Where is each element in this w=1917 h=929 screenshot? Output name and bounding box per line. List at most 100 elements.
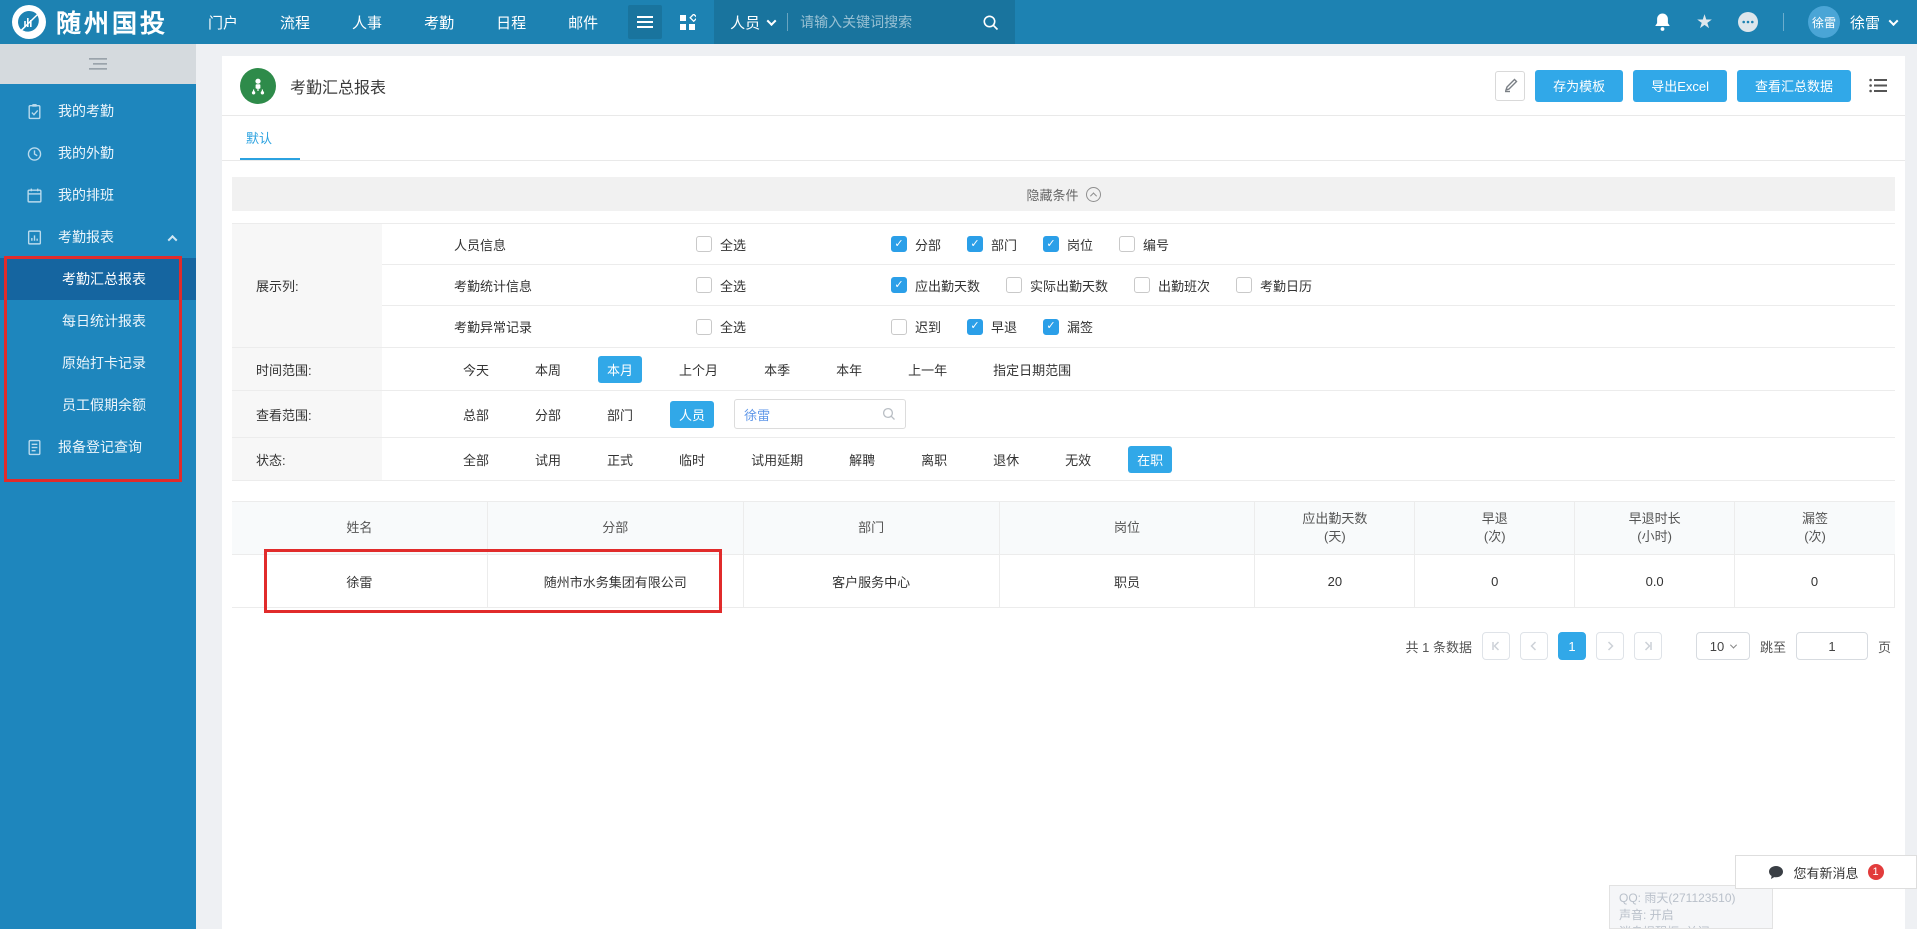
- checkbox-late[interactable]: 迟到: [891, 317, 941, 336]
- checkbox-department[interactable]: 部门: [967, 235, 1017, 254]
- menu-item-hr[interactable]: 人事: [352, 12, 382, 33]
- status-chip-retired[interactable]: 退休: [984, 446, 1028, 473]
- view-summary-data-button[interactable]: 查看汇总数据: [1736, 69, 1851, 102]
- view-chip-personnel[interactable]: 人员: [670, 400, 715, 428]
- export-excel-button[interactable]: 导出Excel: [1633, 69, 1727, 102]
- checkbox-attendance-calendar[interactable]: 考勤日历: [1236, 276, 1312, 295]
- jump-page-input[interactable]: [1795, 632, 1868, 660]
- avatar: 徐雷: [1807, 6, 1840, 38]
- sidebar-item-employee-leave-balance[interactable]: 员工假期余额: [0, 384, 196, 426]
- time-chip-date-range[interactable]: 指定日期范围: [984, 356, 1080, 383]
- time-chip-last-month[interactable]: 上个月: [670, 356, 727, 383]
- sidebar-item-my-attendance[interactable]: 我的考勤: [0, 90, 196, 132]
- column-header-early-leave: 早退 (次): [1415, 502, 1576, 554]
- star-icon[interactable]: ★: [1696, 13, 1713, 32]
- checkbox-actual-attendance-days[interactable]: 实际出勤天数: [1006, 276, 1108, 295]
- time-chip-this-year[interactable]: 本年: [827, 356, 871, 383]
- sidebar-item-my-field-work[interactable]: 我的外勤: [0, 132, 196, 174]
- search-icon[interactable]: [982, 14, 999, 31]
- status-chip-dismissed[interactable]: 解聘: [840, 446, 884, 473]
- view-chip-branch[interactable]: 分部: [526, 401, 570, 428]
- pagination-total: 共 1 条数据: [1405, 639, 1472, 655]
- time-chip-this-quarter[interactable]: 本季: [755, 356, 799, 383]
- time-chip-last-year[interactable]: 上一年: [899, 356, 956, 383]
- search-icon[interactable]: [882, 407, 896, 421]
- menu-item-attendance[interactable]: 考勤: [424, 12, 454, 33]
- sidebar-item-report-registration-query[interactable]: 报备登记查询: [0, 426, 196, 468]
- page-size-select[interactable]: 10: [1695, 632, 1750, 660]
- search-scope-dropdown[interactable]: 人员: [730, 12, 777, 33]
- sidebar-item-raw-punch-records[interactable]: 原始打卡记录: [0, 342, 196, 384]
- sidebar-collapse-button[interactable]: [0, 44, 196, 84]
- status-chip-temporary[interactable]: 临时: [670, 446, 714, 473]
- view-chip-headquarters[interactable]: 总部: [454, 401, 498, 428]
- chevron-down-icon: [766, 15, 777, 26]
- status-chip-official[interactable]: 正式: [598, 446, 642, 473]
- chevron-down-icon: [1730, 641, 1738, 649]
- save-template-button[interactable]: 存为模板: [1535, 69, 1624, 102]
- checkbox-position[interactable]: 岗位: [1043, 235, 1093, 254]
- table-row[interactable]: 徐雷 随州市水务集团有限公司 客户服务中心 职员 20 0 0.0 0: [232, 549, 1895, 613]
- filter-label: 状态:: [232, 438, 382, 480]
- column-header-expected-days: 应出勤天数 (天): [1255, 502, 1416, 554]
- menu-icon[interactable]: [628, 5, 663, 39]
- tab-default[interactable]: 默认: [240, 116, 301, 160]
- new-message-notification[interactable]: 您有新消息 1: [1735, 855, 1917, 889]
- checkbox-attendance-shifts[interactable]: 出勤班次: [1134, 276, 1210, 295]
- hide-conditions-toggle[interactable]: 隐藏条件: [232, 177, 1895, 211]
- status-chip-probation-extended[interactable]: 试用延期: [742, 446, 812, 473]
- select-all-checkbox[interactable]: 全选: [696, 235, 891, 254]
- sidebar-item-attendance-summary-report[interactable]: 考勤汇总报表: [0, 258, 196, 300]
- checkbox-number[interactable]: 编号: [1119, 235, 1169, 254]
- global-search: 人员: [714, 0, 1016, 44]
- checkbox-label: 实际出勤天数: [1030, 278, 1109, 294]
- status-chip-all[interactable]: 全部: [454, 446, 498, 473]
- status-chip-resigned[interactable]: 离职: [912, 446, 956, 473]
- checkbox-label: 出勤班次: [1158, 278, 1211, 294]
- status-chip-probation[interactable]: 试用: [526, 446, 570, 473]
- menu-item-schedule[interactable]: 日程: [496, 12, 526, 33]
- qq-status-widget: QQ: 雨天(271123510) 声音: 开启 消息提醒框: 关闭: [1609, 885, 1773, 929]
- checkbox-missed-sign[interactable]: 漏签: [1043, 317, 1093, 336]
- menu-item-mail[interactable]: 邮件: [568, 12, 598, 33]
- filter-row-time-range: 时间范围: 今天 本周 本月 上个月 本季 本年 上一年 指定日期范围: [232, 348, 1895, 391]
- tab-bar: 默认: [222, 116, 1905, 161]
- prev-page-button[interactable]: [1519, 632, 1548, 660]
- last-page-button[interactable]: [1633, 632, 1662, 660]
- personnel-search-input[interactable]: [744, 406, 883, 422]
- sidebar-item-daily-statistics-report[interactable]: 每日统计报表: [0, 300, 196, 342]
- sidebar-item-my-shifts[interactable]: 我的排班: [0, 174, 196, 216]
- page-button-1[interactable]: 1: [1557, 632, 1586, 660]
- select-all-checkbox[interactable]: 全选: [696, 317, 891, 336]
- menu-item-process[interactable]: 流程: [280, 12, 310, 33]
- filter-panel: 隐藏条件 展示列: 人员信息 全选 分部: [232, 177, 1895, 481]
- checkbox-early-leave[interactable]: 早退: [967, 317, 1017, 336]
- status-chip-invalid[interactable]: 无效: [1056, 446, 1100, 473]
- more-icon[interactable]: [1737, 11, 1759, 33]
- top-menu: 门户 流程 人事 考勤 日程 邮件: [208, 12, 598, 33]
- checkbox[interactable]: [696, 318, 712, 335]
- time-chip-today[interactable]: 今天: [454, 356, 498, 383]
- filter-label: 展示列:: [232, 224, 382, 347]
- select-all-checkbox[interactable]: 全选: [696, 276, 891, 295]
- checkbox-branch[interactable]: 分部: [891, 235, 941, 254]
- next-page-button[interactable]: [1595, 632, 1624, 660]
- status-chip-active[interactable]: 在职: [1128, 445, 1173, 473]
- view-chip-department[interactable]: 部门: [598, 401, 642, 428]
- filter-row-status: 状态: 全部 试用 正式 临时 试用延期 解聘 离职 退休 无效 在职: [232, 438, 1895, 481]
- user-menu[interactable]: 徐雷 徐雷: [1807, 6, 1899, 38]
- time-chip-this-month[interactable]: 本月: [598, 355, 643, 383]
- menu-item-portal[interactable]: 门户: [208, 12, 238, 33]
- sidebar-item-attendance-reports[interactable]: 考勤报表: [0, 216, 196, 258]
- time-chip-this-week[interactable]: 本周: [526, 356, 570, 383]
- apps-icon[interactable]: [670, 5, 704, 39]
- sign-template-icon-button[interactable]: [1495, 70, 1526, 101]
- brand[interactable]: 随州国投: [0, 4, 168, 40]
- bell-icon[interactable]: [1653, 12, 1672, 32]
- search-input[interactable]: [800, 14, 971, 30]
- list-view-icon[interactable]: [1869, 78, 1887, 93]
- checkbox-expected-attendance-days[interactable]: 应出勤天数: [891, 276, 980, 295]
- checkbox[interactable]: [696, 236, 712, 252]
- checkbox[interactable]: [696, 277, 712, 293]
- first-page-button[interactable]: [1481, 632, 1510, 660]
